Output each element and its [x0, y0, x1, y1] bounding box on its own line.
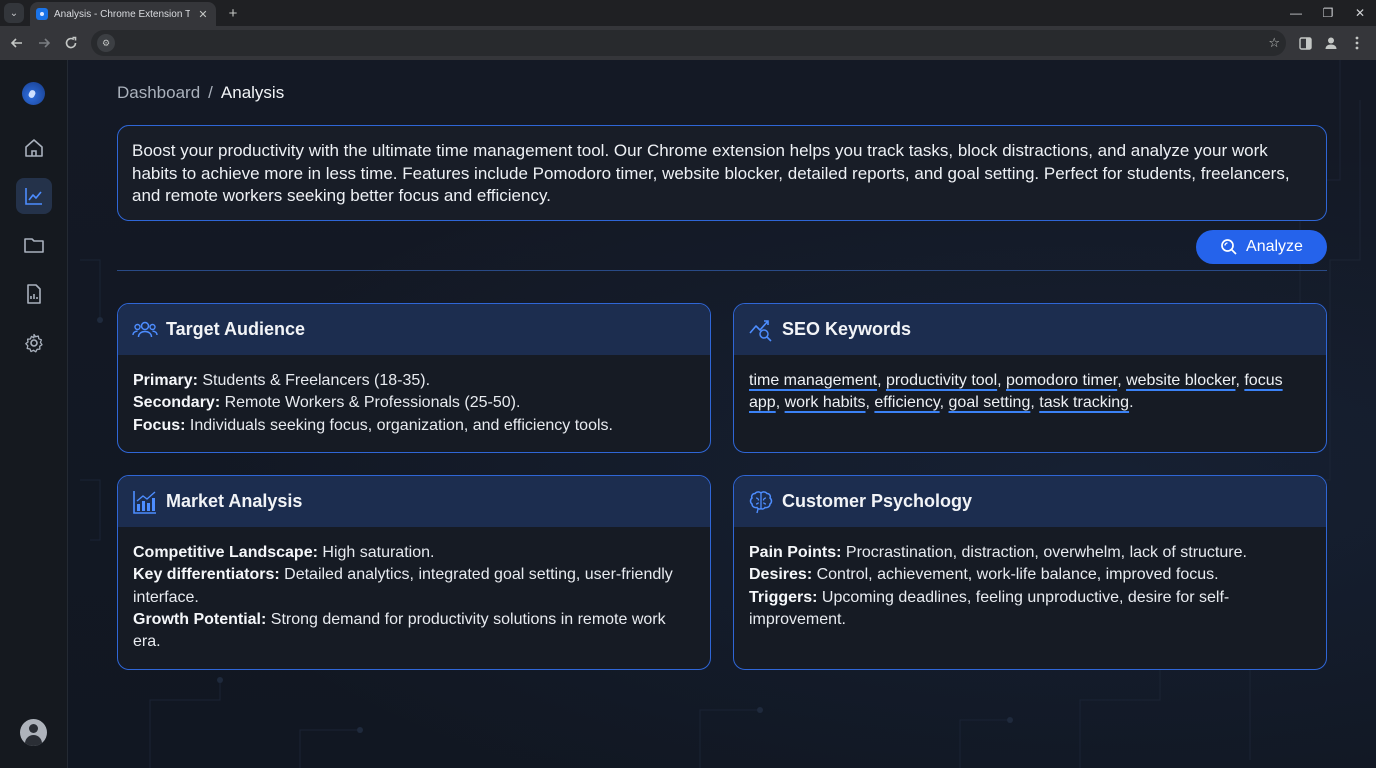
seo-keywords-card: SEO Keywords time management, productivi… — [733, 303, 1327, 453]
sidebar-item-settings[interactable] — [16, 325, 52, 361]
reload-button[interactable] — [60, 32, 82, 54]
browser-menu-icon[interactable] — [1344, 31, 1370, 55]
card-header: Target Audience — [118, 304, 710, 355]
competitive-line: Competitive Landscape: High saturation. — [133, 544, 435, 561]
sidebar — [0, 60, 68, 768]
breadcrumb-dashboard-link[interactable]: Dashboard — [117, 83, 200, 103]
arrow-left-icon — [10, 38, 22, 48]
new-tab-button[interactable]: + — [224, 5, 242, 22]
card-title: Market Analysis — [166, 491, 303, 511]
tab-search-button[interactable]: ⌄ — [4, 3, 24, 23]
card-title: Customer Psychology — [782, 491, 973, 511]
app-viewport: Dashboard / Analysis Boost your producti… — [0, 60, 1376, 768]
triggers-line: Triggers: Upcoming deadlines, feeling un… — [749, 588, 1230, 628]
keyword-link[interactable]: work habits — [785, 394, 866, 411]
user-avatar[interactable] — [20, 719, 47, 746]
users-icon — [132, 321, 158, 337]
gear-icon — [25, 333, 43, 353]
browser-tab[interactable]: Analysis - Chrome Extension Tool ✕ — [30, 2, 216, 26]
arrow-right-icon — [39, 38, 51, 48]
address-bar[interactable]: ⚙ ☆ — [91, 30, 1286, 56]
market-analysis-card: Market Analysis Competitive Landscape: H… — [117, 475, 711, 670]
analyze-button-label: Analyze — [1246, 238, 1303, 255]
customer-psychology-card: Customer Psychology Pain Points: Procras… — [733, 475, 1327, 670]
keyword-link[interactable]: task tracking — [1039, 394, 1129, 411]
tab-favicon-icon — [36, 8, 48, 20]
profile-icon[interactable] — [1318, 31, 1344, 55]
keyword-link[interactable]: pomodoro timer — [1006, 372, 1117, 389]
home-icon — [25, 139, 43, 157]
sidebar-item-home[interactable] — [16, 130, 52, 166]
close-window-button[interactable]: ✕ — [1344, 0, 1376, 26]
card-header: SEO Keywords — [734, 304, 1326, 355]
tab-title: Analysis - Chrome Extension Tool — [54, 8, 190, 20]
pain-points-line: Pain Points: Procrastination, distractio… — [749, 544, 1247, 561]
keyword-link[interactable]: website blocker — [1126, 372, 1235, 389]
card-header: Market Analysis — [118, 476, 710, 527]
browser-tabstrip: ⌄ Analysis - Chrome Extension Tool ✕ + —… — [0, 0, 1376, 26]
keyword-link[interactable]: productivity tool — [886, 372, 997, 389]
card-body: Competitive Landscape: High saturation. … — [118, 527, 710, 668]
card-body: Pain Points: Procrastination, distractio… — [734, 527, 1326, 646]
secondary-line: Secondary: Remote Workers & Professional… — [133, 394, 521, 412]
card-title: SEO Keywords — [782, 319, 912, 339]
report-icon — [27, 284, 41, 304]
breadcrumb: Dashboard / Analysis — [117, 83, 284, 103]
browser-toolbar: ⚙ ☆ — [0, 26, 1376, 60]
app-logo[interactable] — [22, 82, 45, 105]
breadcrumb-current: Analysis — [220, 83, 285, 102]
card-body: Primary: Students & Freelancers (18-35).… — [118, 355, 710, 452]
tab-close-icon[interactable]: ✕ — [196, 8, 210, 21]
card-header: Customer Psychology — [734, 476, 1326, 527]
keyword-link[interactable]: time management — [749, 372, 877, 389]
section-divider — [117, 270, 1327, 271]
search-icon — [1221, 239, 1237, 255]
restore-button[interactable]: ❐ — [1312, 0, 1344, 26]
bookmark-star-icon[interactable]: ☆ — [1268, 35, 1280, 51]
focus-line: Focus: Individuals seeking focus, organi… — [133, 416, 613, 434]
sidebar-item-folder[interactable] — [16, 227, 52, 263]
card-body: time management, productivity tool, pomo… — [749, 372, 1283, 412]
bar-chart-icon — [133, 490, 156, 514]
chart-line-icon — [25, 188, 42, 205]
reload-icon — [65, 36, 77, 49]
side-panel-icon[interactable] — [1292, 31, 1318, 55]
sidebar-item-reports[interactable] — [16, 276, 52, 312]
back-button[interactable] — [6, 32, 28, 54]
primary-line: Primary: Students & Freelancers (18-35). — [133, 372, 431, 389]
sidebar-item-analysis[interactable] — [16, 178, 52, 214]
folder-icon — [24, 238, 44, 253]
minimize-button[interactable]: — — [1280, 0, 1312, 26]
desires-line: Desires: Control, achievement, work-life… — [749, 566, 1219, 584]
card-title: Target Audience — [166, 319, 306, 339]
analyze-button[interactable]: Analyze — [1196, 230, 1327, 264]
keyword-link[interactable]: goal setting — [949, 394, 1031, 411]
description-input[interactable]: Boost your productivity with the ultimat… — [117, 125, 1327, 221]
differentiators-line: Key differentiators: Detailed analytics,… — [133, 566, 673, 606]
keyword-link[interactable]: efficiency — [874, 394, 939, 411]
forward-button[interactable] — [33, 32, 55, 54]
brain-icon — [749, 490, 773, 513]
breadcrumb-separator: / — [208, 83, 213, 102]
target-audience-card: Target Audience Primary: Students & Free… — [117, 303, 711, 453]
site-info-icon[interactable]: ⚙ — [97, 34, 115, 52]
growth-line: Growth Potential: Strong demand for prod… — [133, 610, 666, 651]
window-controls: — ❐ ✕ — [1280, 0, 1376, 26]
trend-search-icon — [749, 319, 772, 342]
